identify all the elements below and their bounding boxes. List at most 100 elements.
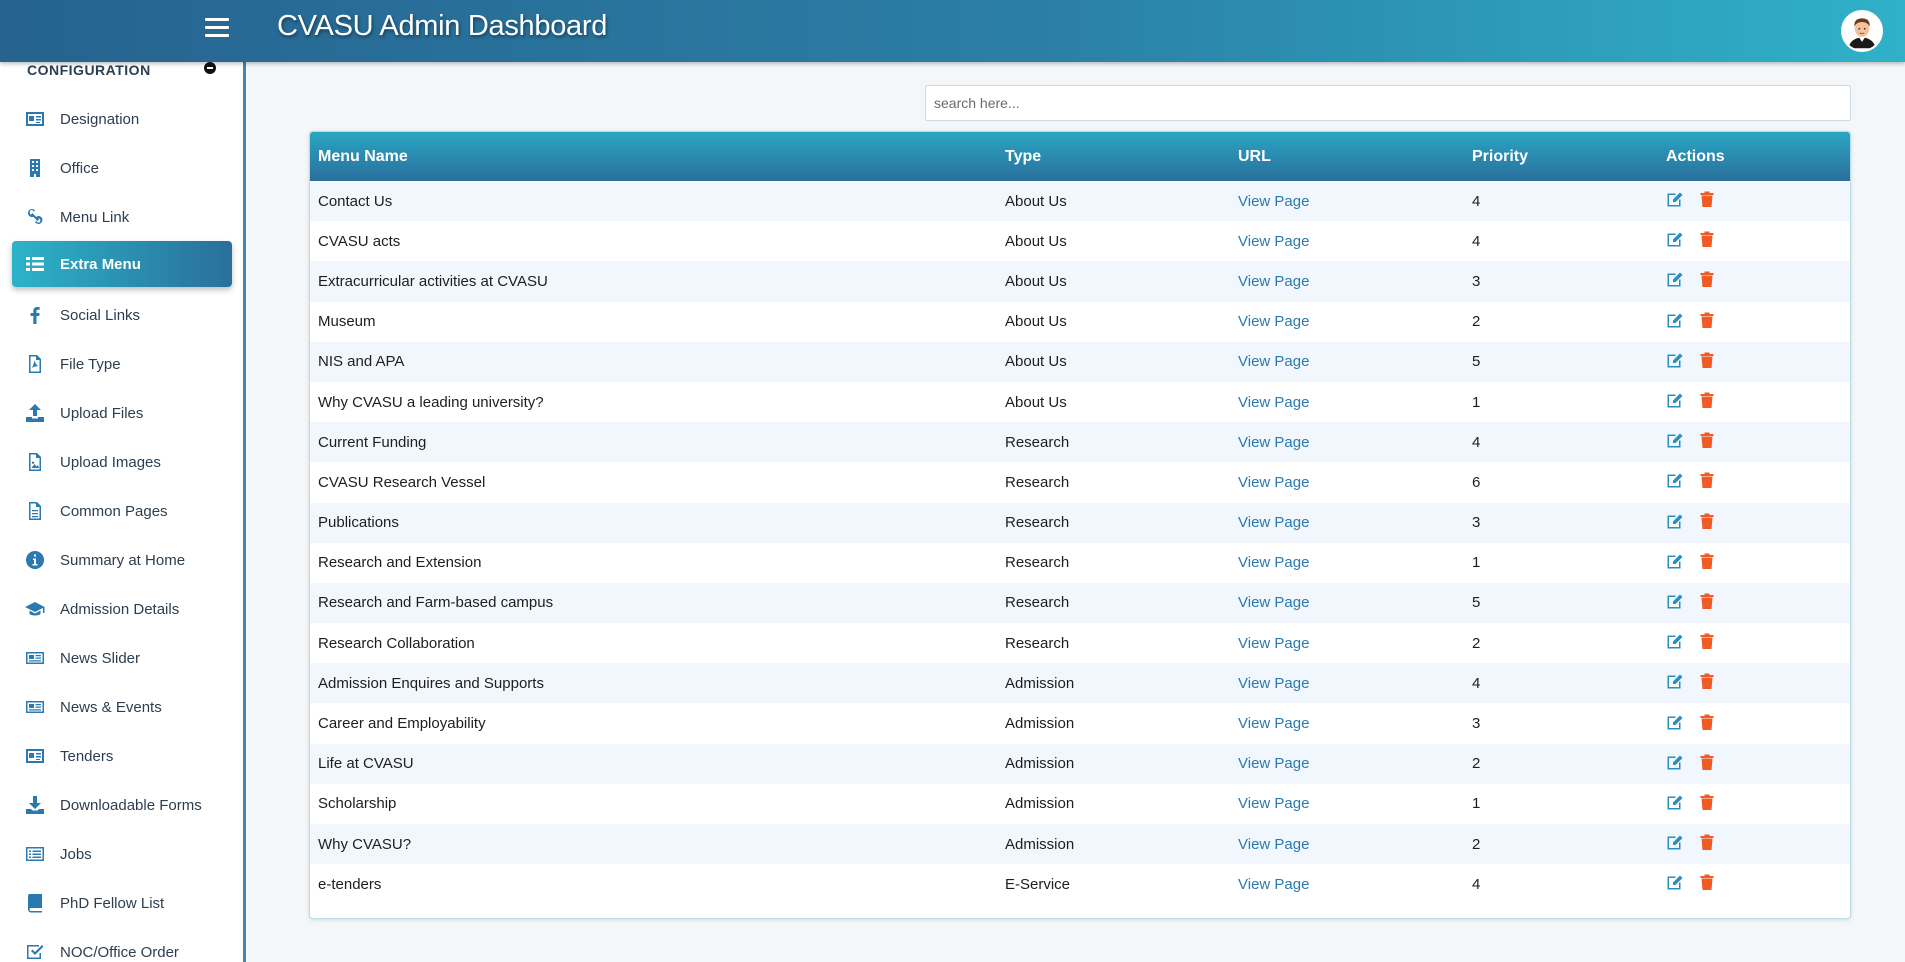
column-header-menu-name[interactable]: Menu Name	[310, 132, 997, 181]
view-page-link[interactable]: View Page	[1238, 514, 1309, 531]
app-title: CVASU Admin Dashboard	[277, 10, 608, 42]
sidebar-item-menu-link[interactable]: Menu Link	[12, 194, 232, 240]
view-page-link[interactable]: View Page	[1238, 474, 1309, 491]
edit-icon[interactable]	[1666, 632, 1684, 650]
view-page-link[interactable]: View Page	[1238, 635, 1309, 652]
trash-icon[interactable]	[1698, 753, 1716, 771]
sidebar-item-news-slider[interactable]: News Slider	[12, 635, 232, 681]
edit-icon[interactable]	[1666, 311, 1684, 329]
sidebar-item-phd-fellow-list[interactable]: PhD Fellow List	[12, 880, 232, 926]
sidebar-item-admission-details[interactable]: Admission Details	[12, 586, 232, 632]
sidebar-item-office[interactable]: Office	[12, 145, 232, 191]
edit-icon[interactable]	[1666, 471, 1684, 489]
cell-url: View Page	[1230, 221, 1464, 261]
sidebar-item-noc-office-order[interactable]: NOC/Office Order	[12, 929, 232, 962]
minus-circle-icon[interactable]	[204, 62, 216, 74]
cell-url: View Page	[1230, 543, 1464, 583]
trash-icon[interactable]	[1698, 552, 1716, 570]
edit-icon[interactable]	[1666, 592, 1684, 610]
view-page-link[interactable]: View Page	[1238, 273, 1309, 290]
trash-icon[interactable]	[1698, 713, 1716, 731]
sidebar-item-jobs[interactable]: Jobs	[12, 831, 232, 877]
search-input[interactable]	[925, 85, 1851, 121]
cell-actions	[1658, 181, 1850, 221]
trash-icon[interactable]	[1698, 873, 1716, 891]
trash-icon[interactable]	[1698, 351, 1716, 369]
sidebar-item-label: Downloadable Forms	[60, 796, 202, 814]
table-row: Research and Extension Research View Page 1	[310, 542, 1850, 583]
sidebar-item-news-events[interactable]: News & Events	[12, 684, 232, 730]
view-page-link[interactable]: View Page	[1238, 795, 1309, 812]
cell-priority: 4	[1472, 875, 1481, 893]
sidebar-item-label: Extra Menu	[60, 255, 141, 273]
cell-priority: 2	[1472, 313, 1481, 331]
sidebar-item-upload-files[interactable]: Upload Files	[12, 390, 232, 436]
column-header-url[interactable]: URL	[1230, 132, 1464, 181]
view-page-link[interactable]: View Page	[1238, 313, 1309, 330]
edit-icon[interactable]	[1666, 391, 1684, 409]
edit-icon[interactable]	[1666, 873, 1684, 891]
sidebar-item-extra-menu[interactable]: Extra Menu	[12, 241, 232, 287]
edit-icon[interactable]	[1666, 431, 1684, 449]
trash-icon[interactable]	[1698, 512, 1716, 530]
cell-menu-name: e-tenders	[318, 875, 382, 893]
trash-icon[interactable]	[1698, 391, 1716, 409]
sidebar-item-downloadable-forms[interactable]: Downloadable Forms	[12, 782, 232, 828]
trash-icon[interactable]	[1698, 311, 1716, 329]
edit-icon[interactable]	[1666, 351, 1684, 369]
hamburger-menu-icon[interactable]	[205, 18, 229, 40]
sidebar-item-designation[interactable]: Designation	[12, 96, 232, 142]
sidebar-item-file-type[interactable]: File Type	[12, 341, 232, 387]
view-page-link[interactable]: View Page	[1238, 193, 1309, 210]
view-page-link[interactable]: View Page	[1238, 394, 1309, 411]
edit-icon[interactable]	[1666, 552, 1684, 570]
trash-icon[interactable]	[1698, 190, 1716, 208]
edit-icon[interactable]	[1666, 753, 1684, 771]
view-page-link[interactable]: View Page	[1238, 675, 1309, 692]
cell-actions	[1658, 864, 1850, 904]
view-page-link[interactable]: View Page	[1238, 715, 1309, 732]
cell-actions	[1658, 503, 1850, 543]
trash-icon[interactable]	[1698, 270, 1716, 288]
view-page-link[interactable]: View Page	[1238, 836, 1309, 853]
column-header-priority[interactable]: Priority	[1464, 132, 1658, 181]
edit-icon[interactable]	[1666, 672, 1684, 690]
user-avatar-icon[interactable]	[1841, 10, 1883, 52]
view-page-link[interactable]: View Page	[1238, 434, 1309, 451]
edit-icon[interactable]	[1666, 793, 1684, 811]
sidebar-item-tenders[interactable]: Tenders	[12, 733, 232, 779]
cell-type: Admission	[1005, 715, 1075, 733]
view-page-link[interactable]: View Page	[1238, 554, 1309, 571]
column-header-type[interactable]: Type	[997, 132, 1230, 181]
view-page-link[interactable]: View Page	[1238, 876, 1309, 893]
trash-icon[interactable]	[1698, 833, 1716, 851]
edit-icon[interactable]	[1666, 833, 1684, 851]
trash-icon[interactable]	[1698, 592, 1716, 610]
sidebar-item-common-pages[interactable]: Common Pages	[12, 488, 232, 534]
trash-icon[interactable]	[1698, 431, 1716, 449]
edit-icon[interactable]	[1666, 190, 1684, 208]
trash-icon[interactable]	[1698, 230, 1716, 248]
view-page-link[interactable]: View Page	[1238, 353, 1309, 370]
trash-icon[interactable]	[1698, 793, 1716, 811]
cell-priority: 2	[1472, 835, 1481, 853]
cell-menu-name: Why CVASU a leading university?	[318, 393, 544, 411]
edit-icon[interactable]	[1666, 713, 1684, 731]
table-body: Contact Us About Us View Page 4 CVASU acts Ab…	[310, 181, 1850, 905]
cell-type: Admission	[1005, 755, 1075, 773]
view-page-link[interactable]: View Page	[1238, 594, 1309, 611]
edit-icon[interactable]	[1666, 230, 1684, 248]
sidebar-item-upload-images[interactable]: Upload Images	[12, 439, 232, 485]
trash-icon[interactable]	[1698, 672, 1716, 690]
trash-icon[interactable]	[1698, 632, 1716, 650]
sidebar-item-social-links[interactable]: Social Links	[12, 292, 232, 338]
cell-menu-name: Museum	[318, 313, 376, 331]
cell-priority: 4	[1472, 232, 1481, 250]
image-file-icon	[22, 449, 48, 475]
sidebar-item-summary-at-home[interactable]: Summary at Home	[12, 537, 232, 583]
edit-icon[interactable]	[1666, 270, 1684, 288]
view-page-link[interactable]: View Page	[1238, 233, 1309, 250]
view-page-link[interactable]: View Page	[1238, 755, 1309, 772]
trash-icon[interactable]	[1698, 471, 1716, 489]
edit-icon[interactable]	[1666, 512, 1684, 530]
